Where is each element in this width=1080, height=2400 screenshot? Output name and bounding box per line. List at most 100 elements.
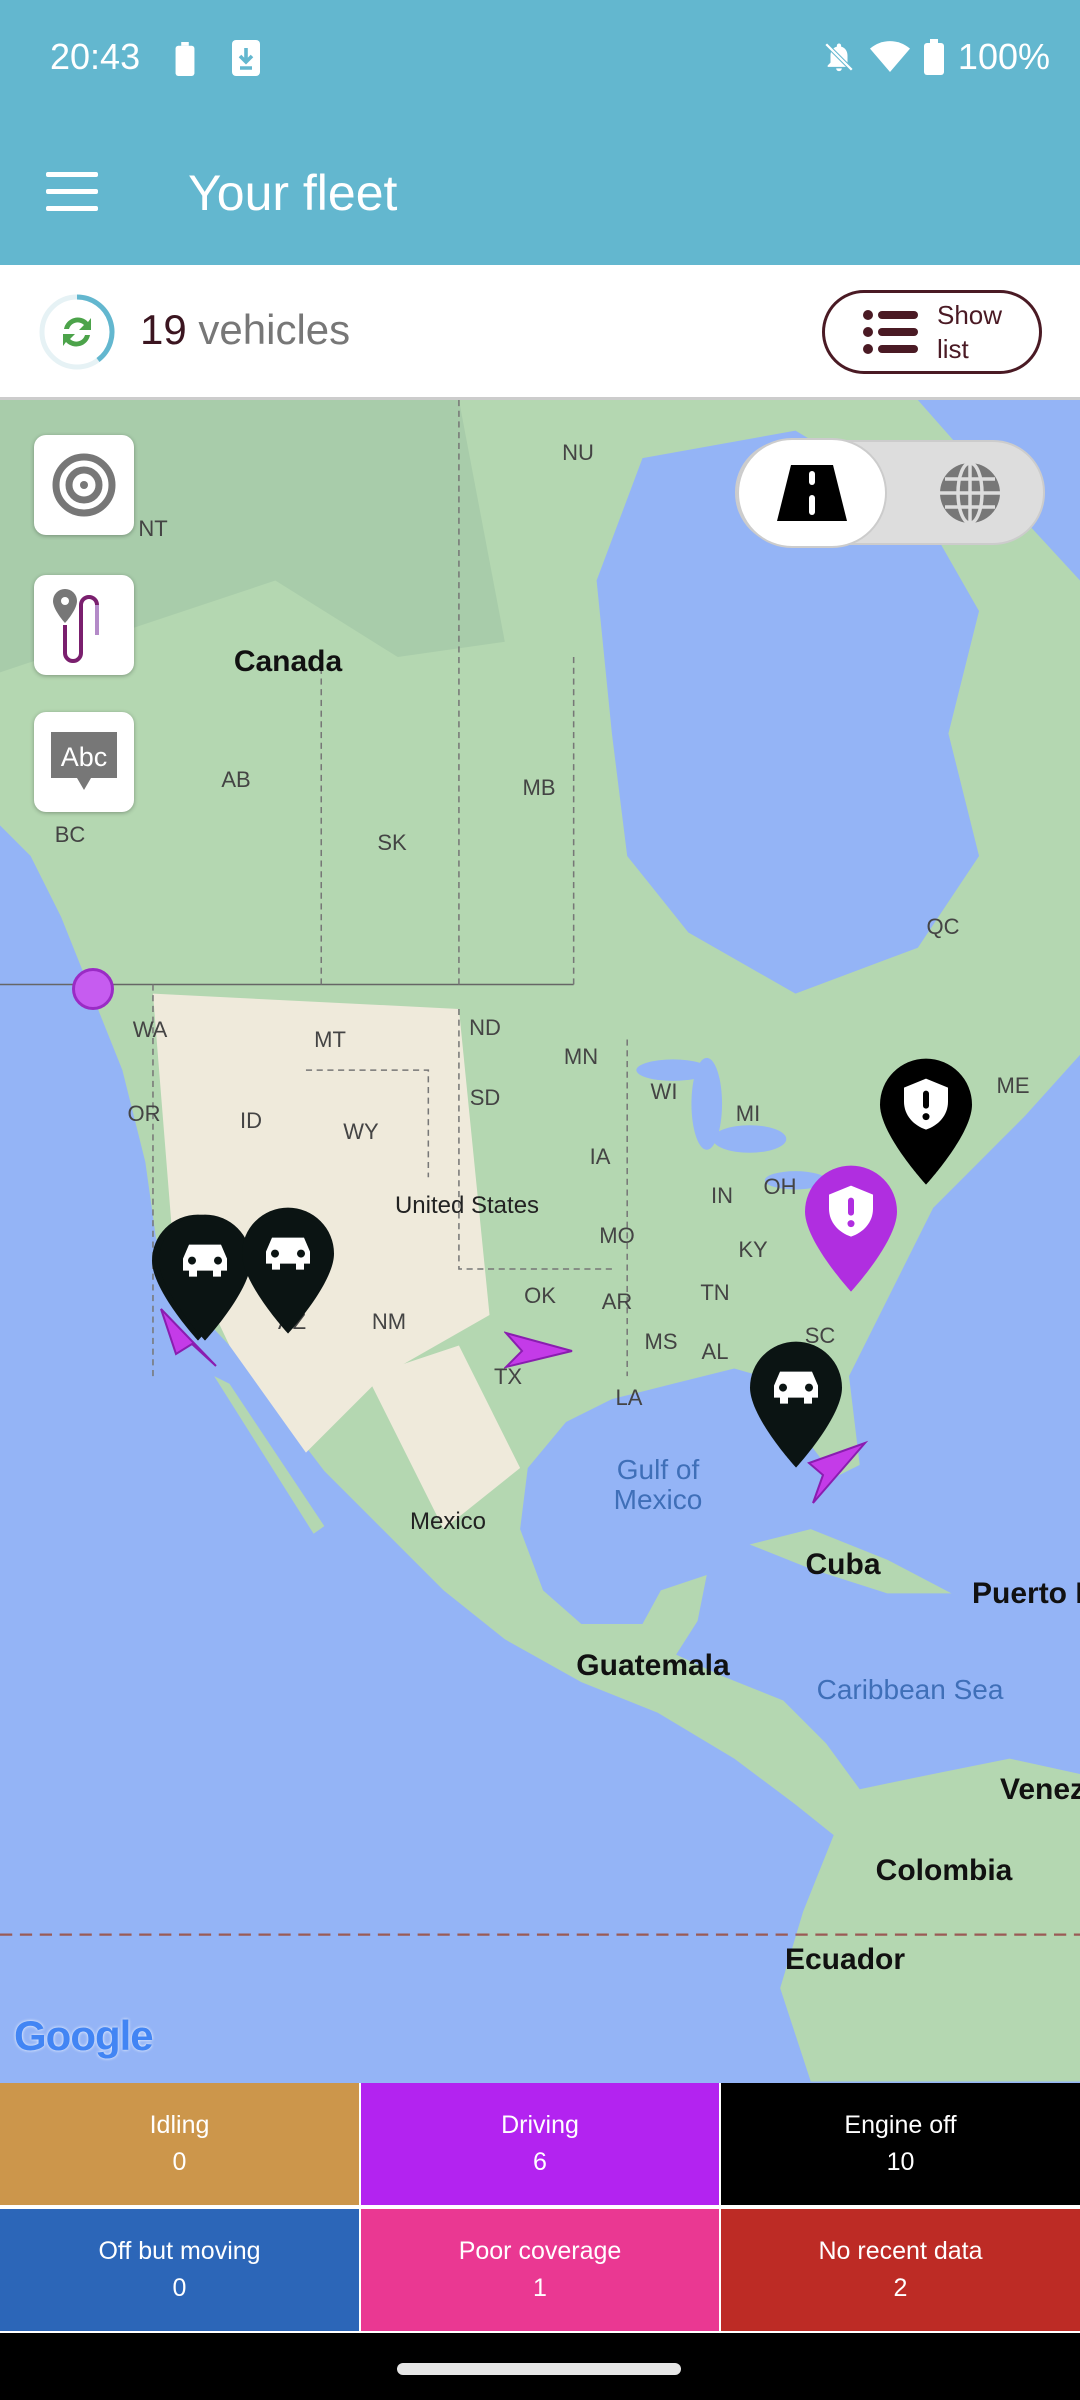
- locate-button[interactable]: [34, 435, 134, 535]
- map-label: Ecuador: [784, 1943, 906, 1976]
- status-label: No recent data: [818, 2237, 983, 2265]
- system-nav-bar: [0, 2333, 1080, 2400]
- map-label: Puerto R: [972, 1577, 1080, 1610]
- map-label: IN: [711, 1183, 733, 1208]
- map-label: NU: [562, 440, 594, 465]
- status-label: Off but moving: [98, 2237, 261, 2265]
- map-label: AR: [601, 1289, 633, 1314]
- map-label: NM: [371, 1309, 407, 1334]
- label-icon: Abc: [51, 732, 117, 790]
- map-label: ID: [240, 1108, 262, 1133]
- map-label: Gulf of Mexico: [614, 1455, 703, 1515]
- vehicle-count-label: vehicles: [198, 306, 351, 353]
- map-label: Cuba: [805, 1548, 881, 1581]
- page-title: Your fleet: [188, 165, 398, 221]
- map-label: Venez: [1000, 1773, 1080, 1806]
- map-label: LA: [615, 1385, 643, 1410]
- map-label: ND: [469, 1015, 501, 1040]
- map-label: ME: [996, 1073, 1030, 1098]
- map-label: QC: [926, 914, 960, 939]
- map-label: United States: [394, 1192, 540, 1219]
- map-label: Colombia: [875, 1854, 1013, 1887]
- status-tile-driving[interactable]: Driving 6: [361, 2083, 719, 2205]
- status-tile-no-recent-data[interactable]: No recent data 2: [721, 2209, 1080, 2331]
- map-label: NT: [138, 516, 168, 541]
- route-icon: [53, 589, 99, 663]
- map-label: OH: [763, 1174, 797, 1199]
- hamburger-menu-icon[interactable]: [46, 172, 98, 212]
- map-type-toggle[interactable]: [735, 438, 1045, 548]
- route-button[interactable]: [34, 575, 134, 675]
- vehicle-pin-engine-off[interactable]: [240, 1206, 336, 1336]
- status-count: 0: [172, 2148, 187, 2176]
- labels-text: Abc: [61, 742, 108, 772]
- download-icon: [232, 40, 260, 76]
- status-tile-off-but-moving[interactable]: Off but moving 0: [0, 2209, 359, 2331]
- vehicle-dot-marker[interactable]: [72, 968, 114, 1010]
- list-icon: [863, 310, 918, 354]
- status-tile-engine-off[interactable]: Engine off 10: [721, 2083, 1080, 2205]
- map-label: MT: [314, 1027, 346, 1052]
- status-count: 2: [893, 2274, 908, 2302]
- status-time: 20:43: [50, 36, 141, 77]
- status-count: 6: [533, 2148, 547, 2176]
- map-label: WY: [343, 1119, 379, 1144]
- show-list-label-2: list: [937, 334, 969, 364]
- alert-pin-poor-coverage[interactable]: [803, 1164, 899, 1294]
- status-count: 0: [172, 2274, 187, 2302]
- map-label: SK: [377, 830, 407, 855]
- map-label: OK: [524, 1283, 556, 1308]
- road-map-option[interactable]: [737, 438, 887, 548]
- map-label: Guatemala: [576, 1649, 730, 1682]
- status-icons: 100%: [822, 36, 1050, 78]
- map-label: MB: [522, 775, 556, 800]
- status-count: 1: [533, 2274, 547, 2302]
- status-summary-grid: Idling 0 Driving 6 Engine off 10 Off but mo…: [0, 2083, 1080, 2333]
- status-tile-poor-coverage[interactable]: Poor coverage 1: [361, 2209, 719, 2331]
- map-label: WI: [650, 1079, 678, 1104]
- app-bar: 20:43 100% Your fleet: [0, 0, 1080, 265]
- map-label: MO: [599, 1223, 635, 1248]
- map-label-line: Gulf of: [616, 1454, 700, 1485]
- target-icon: [52, 453, 116, 517]
- map-label: AB: [221, 767, 251, 792]
- map-label: Caribbean Sea: [816, 1674, 1004, 1705]
- battery-icon: [175, 42, 195, 76]
- driving-arrow-marker[interactable]: [504, 1315, 574, 1385]
- google-logo: Google: [14, 2012, 154, 2059]
- labels-button[interactable]: Abc: [34, 712, 134, 812]
- globe-icon[interactable]: [937, 460, 1003, 526]
- map-label: IA: [589, 1144, 611, 1169]
- map-label-line: Mexico: [613, 1484, 703, 1515]
- show-list-button[interactable]: Show list: [822, 290, 1042, 374]
- refresh-icon[interactable]: [38, 293, 116, 371]
- map-label: MS: [644, 1329, 678, 1354]
- show-list-label: Show: [937, 300, 1003, 330]
- status-tile-idling[interactable]: Idling 0: [0, 2083, 359, 2205]
- map-label: WA: [132, 1017, 168, 1042]
- map-label: AL: [701, 1339, 729, 1364]
- vehicle-count: 19 vehicles: [140, 306, 350, 354]
- map-label: TN: [700, 1280, 730, 1305]
- vehicle-pin-engine-off[interactable]: [157, 1213, 253, 1343]
- map-label: MN: [563, 1044, 599, 1069]
- wifi-icon: [869, 41, 910, 72]
- battery-icon: [923, 39, 944, 75]
- map-label: OR: [127, 1101, 161, 1126]
- road-icon: [777, 465, 847, 521]
- bell-off-icon: [824, 42, 854, 72]
- map-label: KY: [738, 1237, 768, 1262]
- status-label: Driving: [501, 2111, 579, 2139]
- status-label: Engine off: [844, 2111, 957, 2139]
- map-label: MI: [735, 1101, 761, 1126]
- status-label: Idling: [149, 2111, 210, 2139]
- vehicle-pin-engine-off[interactable]: [748, 1340, 844, 1470]
- map-label: Mexico: [409, 1508, 487, 1535]
- battery-percent: 100%: [957, 36, 1050, 77]
- home-gesture-handle[interactable]: [397, 2363, 681, 2375]
- status-count: 10: [886, 2148, 915, 2176]
- fleet-map[interactable]: NU NT Canada AB MB BC SK QC WA MT ND MN …: [0, 400, 1080, 2083]
- map-label: SD: [469, 1085, 501, 1110]
- map-label: Canada: [233, 645, 343, 678]
- vehicle-count-number: 19: [140, 306, 187, 353]
